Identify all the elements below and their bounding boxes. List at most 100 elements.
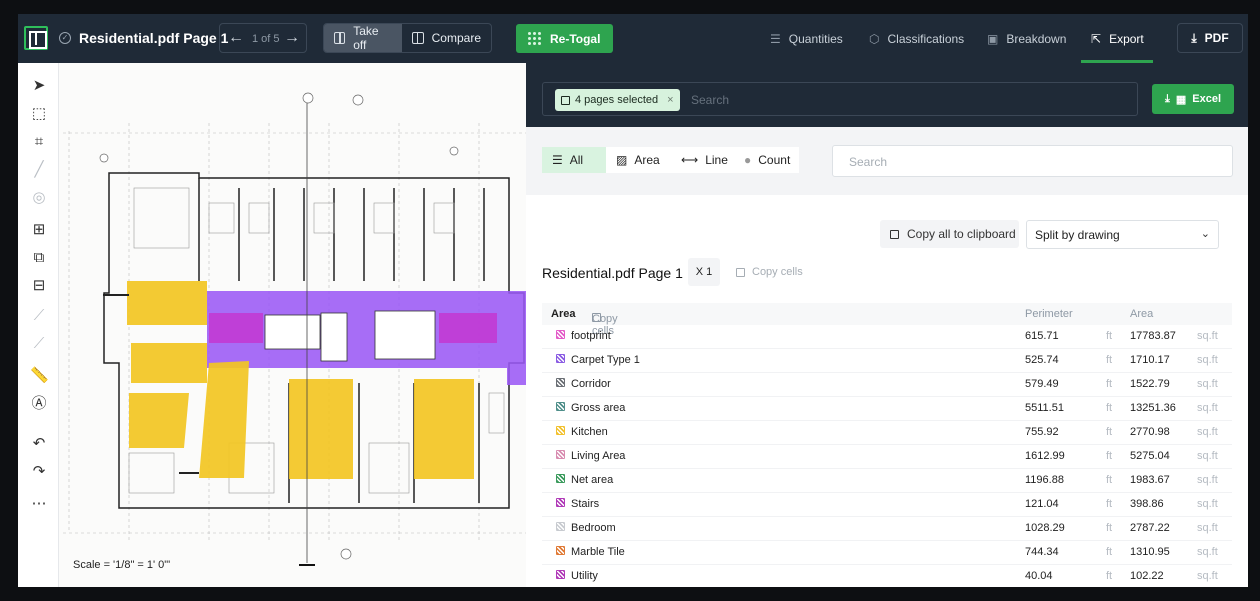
annotate-icon[interactable]: Ⓐ [30,395,48,413]
color-swatch [556,354,565,363]
filter-count-label: Count [758,153,791,167]
table-row[interactable]: footprint 615.71 ft 17783.87 sq.ft [542,325,1232,349]
subtract-area-icon[interactable]: ⧉ [30,249,48,267]
filter-area-label: Area [634,153,660,167]
export-panel: 4 pages selected × Search ⤓ ▦ Excel ☰ Al… [526,63,1248,587]
filter-search-input[interactable]: Search [832,145,1233,177]
table-row[interactable]: Corridor 579.49 ft 1522.79 sq.ft [542,373,1232,397]
filter-area[interactable]: ▨ Area [606,147,671,173]
remove-chip-icon[interactable]: × [667,94,673,106]
line-tool-icon[interactable]: ╱ [30,161,48,179]
row-perimeter: 1028.29 [1025,522,1065,534]
count-tool-icon[interactable]: ◎ [30,189,48,207]
filter-line[interactable]: ⟷ Line [671,147,734,173]
table-row[interactable]: Utility 40.04 ft 102.22 sq.ft [542,565,1232,587]
page-search-input[interactable]: Search [691,93,729,107]
polyline-icon[interactable]: ⟋ [30,307,48,325]
row-name: Utility [571,570,598,582]
row-area-unit: sq.ft [1197,354,1218,366]
table-body: footprint 615.71 ft 17783.87 sq.ft Carpet Typ… [542,325,1232,587]
download-icon: ⤓ [1191,30,1197,45]
table-row[interactable]: Gross area 5511.51 ft 13251.36 sq.ft [542,397,1232,421]
row-perimeter: 121.04 [1025,498,1059,510]
pdf-download-button[interactable]: ⤓ PDF [1177,23,1243,53]
breakdown-icon: ▣ [987,31,999,46]
area-rect-icon[interactable]: ⬚ [30,105,48,123]
takeoff-label: Take off [353,24,379,52]
undo-icon[interactable]: ↶ [30,435,48,453]
table-header: Area Copy cells Perimeter Area [542,303,1232,337]
table-row[interactable]: Stairs 121.04 ft 398.86 sq.ft [542,493,1232,517]
quantities-table: Area Copy cells Perimeter Area footprint… [542,303,1232,587]
section-copy-cells[interactable]: Copy cells [736,266,803,278]
split-dropdown[interactable]: Split by drawing ⌄ [1026,220,1219,249]
prev-page-arrow-icon[interactable]: ← [228,30,244,46]
table-row[interactable]: Marble Tile 744.34 ft 1310.95 sq.ft [542,541,1232,565]
crop-icon[interactable]: ⌗ [30,133,48,151]
chevron-down-icon: ⌄ [1200,228,1210,240]
split-area-icon[interactable]: ⊟ [30,277,48,295]
nav-export[interactable]: ⇱ Export [1091,14,1144,63]
color-swatch [556,546,565,555]
table-row[interactable]: Bedroom 1028.29 ft 2787.22 sq.ft [542,517,1232,541]
row-perimeter: 1196.88 [1025,474,1064,486]
ruler-icon[interactable]: 📏 [30,367,49,385]
filter-count[interactable]: ● Count [734,147,799,173]
nav-classifications[interactable]: ⬡ Classifications [869,14,964,63]
add-area-icon[interactable]: ⊞ [30,221,48,239]
mode-switch: Take off Compare [323,23,492,53]
row-perimeter-unit: ft [1106,522,1113,534]
app-logo-icon[interactable] [24,26,48,50]
row-area-unit: sq.ft [1197,450,1218,462]
col-area-name: Area [551,308,576,320]
excel-label: Excel [1192,93,1222,105]
next-page-arrow-icon[interactable]: → [284,30,300,46]
row-name: footprint [571,330,611,342]
row-area: 1983.67 [1130,474,1170,486]
list-icon: ☰ [770,31,781,46]
table-row[interactable]: Kitchen 755.92 ft 2770.98 sq.ft [542,421,1232,445]
filter-all-label: All [569,153,584,167]
row-perimeter: 755.92 [1025,426,1059,438]
nav-breakdown[interactable]: ▣ Breakdown [987,14,1066,63]
compare-label: Compare [431,31,481,45]
row-area-unit: sq.ft [1197,546,1218,558]
filter-all[interactable]: ☰ All [542,147,606,173]
table-row[interactable]: Carpet Type 1 525.74 ft 1710.17 sq.ft [542,349,1232,373]
row-name: Stairs [571,498,600,510]
retogal-label: Re-Togal [550,31,601,46]
row-perimeter: 1612.99 [1025,450,1065,462]
row-perimeter-unit: ft [1106,546,1113,558]
row-name: Marble Tile [571,546,625,558]
nav-quantities[interactable]: ☰ Quantities [770,14,843,63]
takeoff-icon [334,32,346,44]
copy-all-button[interactable]: Copy all to clipboard [880,220,1019,248]
takeoff-button[interactable]: Take off [324,24,402,52]
row-perimeter-unit: ft [1106,426,1113,438]
page-select-field[interactable]: 4 pages selected × Search [542,82,1138,116]
row-name: Net area [571,474,614,486]
app-window: ✓ Residential.pdf Page 1 ← 1 of 5 → Take… [18,14,1248,587]
retogal-button[interactable]: Re-Togal [516,24,613,53]
redo-icon[interactable]: ↷ [30,463,48,481]
row-perimeter: 40.04 [1025,570,1053,582]
row-perimeter-unit: ft [1106,450,1113,462]
row-perimeter-unit: ft [1106,378,1113,390]
table-row[interactable]: Net area 1196.88 ft 1983.67 sq.ft [542,469,1232,493]
row-perimeter-unit: ft [1106,330,1113,342]
line-icon: ⟷ [681,153,699,167]
row-area: 2770.98 [1130,426,1170,438]
saved-check-icon: ✓ [59,32,71,44]
pages-chip[interactable]: 4 pages selected × [555,89,680,111]
row-perimeter: 525.74 [1025,354,1059,366]
floor-plan-canvas[interactable]: Scale = '1/8" = 1' 0"' [59,63,526,587]
segment-icon[interactable]: ⟋ [30,335,48,353]
pdf-label: PDF [1204,31,1229,45]
download-icon: ⤓ [1164,92,1170,105]
select-pointer-icon[interactable]: ➤ [30,77,48,95]
row-area-unit: sq.ft [1197,522,1218,534]
compare-button[interactable]: Compare [402,24,491,52]
table-row[interactable]: Living Area 1612.99 ft 5275.04 sq.ft [542,445,1232,469]
more-icon[interactable]: ⋯ [30,495,48,513]
excel-export-button[interactable]: ⤓ ▦ Excel [1152,84,1234,114]
